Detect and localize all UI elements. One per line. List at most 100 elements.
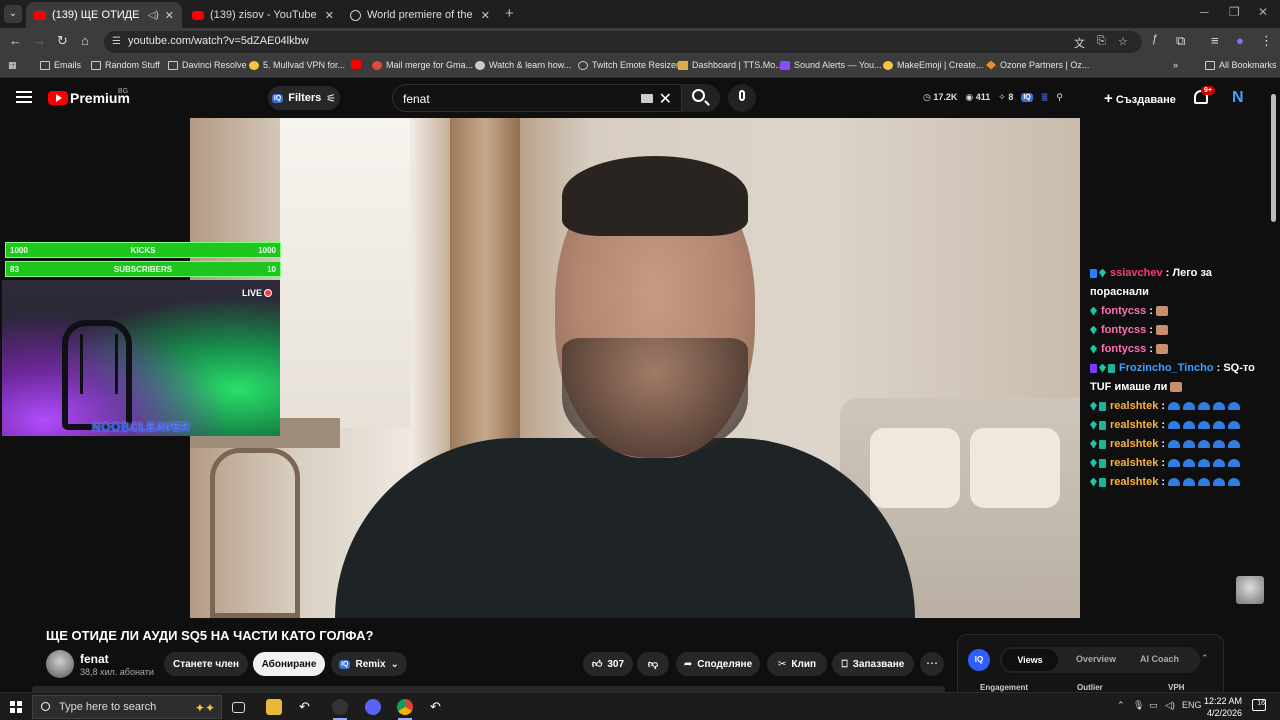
tab-zisov[interactable]: (139) zisov - YouTube ✕ xyxy=(184,2,342,28)
close-window-icon[interactable]: ✕ xyxy=(1258,5,1268,19)
extension-fx-icon[interactable]: ƒ xyxy=(1152,33,1158,45)
like-button[interactable]: 👍︎ 307 xyxy=(583,652,633,676)
tab-active-video[interactable]: (139) ЩЕ ОТИДЕ ЛИ АУДИ ◁) ✕ xyxy=(26,2,182,28)
cap-emote-icon xyxy=(1228,402,1241,411)
address-bar[interactable]: ☰ youtube.com/watch?v=5dZAE04lkbw 文 ⎘ ☆ xyxy=(104,31,1142,53)
back-icon[interactable]: ← xyxy=(9,33,22,48)
filters-button[interactable]: IQ Filters ⚟ xyxy=(268,86,340,110)
bookmark-label: Ozone Partners | Oz... xyxy=(1000,60,1090,70)
bookmark-sound-alerts[interactable]: Sound Alerts — You... xyxy=(780,60,882,70)
youtube-logo-icon[interactable] xyxy=(48,91,68,105)
bookmark-davinci[interactable]: Davinci Resolve xyxy=(168,60,247,70)
file-explorer-icon[interactable] xyxy=(266,699,282,715)
page-scrollbar[interactable] xyxy=(1271,94,1276,222)
tab-views[interactable]: Views xyxy=(1002,649,1058,671)
save-button[interactable]: ⎕ Запазване xyxy=(832,652,914,676)
chat-message: Frozincho_Tincho : SQ-то TUF имаше ли xyxy=(1090,362,1255,393)
search-input[interactable]: fenat ✕ xyxy=(392,84,682,112)
microphone-tray-icon[interactable]: 🎙︎ xyxy=(1133,700,1144,711)
minimize-window-icon[interactable]: ─ xyxy=(1200,5,1209,19)
capcut-icon[interactable]: ↶ xyxy=(430,699,446,715)
more-actions-button[interactable]: ⋯ xyxy=(920,652,944,676)
sliders-icon: ⚟ xyxy=(326,92,337,105)
clear-search-icon[interactable]: ✕ xyxy=(659,89,672,109)
account-avatar[interactable]: N xyxy=(1232,89,1244,107)
network-icon[interactable]: ▭ xyxy=(1149,700,1158,711)
bookmark-watch-learn[interactable]: Watch & learn how... xyxy=(475,60,571,70)
discord-icon[interactable] xyxy=(365,699,381,715)
tab-search-menu-icon[interactable]: ⌄ xyxy=(4,5,22,23)
video-player-area[interactable]: 1000 KICKS 1000 83 SUBSCRIBERS 10 LIVE N… xyxy=(0,118,1280,618)
bookmark-youtube[interactable] xyxy=(351,60,361,69)
task-view-icon[interactable] xyxy=(232,702,245,713)
app-icon[interactable]: ↶ xyxy=(299,699,315,715)
close-tab-icon[interactable]: ✕ xyxy=(165,9,174,22)
remix-button[interactable]: IQ Remix ⌄ xyxy=(331,652,407,676)
tab-gls[interactable]: World premiere of the new GLS ✕ xyxy=(342,2,498,28)
site-info-icon[interactable]: ☰ xyxy=(112,36,121,47)
vidiq-icon[interactable]: IQ xyxy=(1021,93,1033,102)
search-button[interactable] xyxy=(682,84,720,112)
bookmark-twitch-emote[interactable]: Twitch Emote Resizer xyxy=(578,60,679,70)
video-title: ЩЕ ОТИДЕ ЛИ АУДИ SQ5 НА ЧАСТИ КАТО ГОЛФА… xyxy=(46,628,374,643)
all-bookmarks[interactable]: All Bookmarks xyxy=(1205,60,1277,70)
new-tab-button[interactable]: + xyxy=(505,5,514,22)
subscribe-button[interactable]: Абониране xyxy=(253,652,325,676)
close-tab-icon[interactable]: ✕ xyxy=(481,9,490,22)
share-button[interactable]: ➦ Споделяне xyxy=(676,652,760,676)
close-tab-icon[interactable]: ✕ xyxy=(325,9,334,22)
bookmark-emails[interactable]: Emails xyxy=(40,60,81,70)
keyboard-icon[interactable] xyxy=(641,94,653,103)
collapse-icon[interactable]: ⌃ xyxy=(1201,653,1209,664)
language-indicator[interactable]: ENG xyxy=(1182,700,1202,710)
create-button[interactable]: + Създаване xyxy=(1104,90,1176,107)
reload-icon[interactable]: ↻ xyxy=(57,33,68,49)
tab-overview[interactable]: Overview xyxy=(1076,654,1116,664)
bookmark-mail-merge[interactable]: Mail merge for Gma... xyxy=(372,60,473,70)
voice-search-button[interactable] xyxy=(728,84,756,112)
menu-icon[interactable] xyxy=(16,91,32,103)
bookmark-ozone[interactable]: Ozone Partners | Oz... xyxy=(986,60,1089,70)
mini-player-avatar[interactable] xyxy=(1236,576,1264,604)
translate-icon[interactable]: 文 xyxy=(1074,35,1085,51)
install-app-icon[interactable]: ⎘ xyxy=(1097,35,1106,48)
browser-menu-icon[interactable]: ⋮ xyxy=(1260,33,1273,49)
bookmark-tts-dashboard[interactable]: Dashboard | TTS.Mo... xyxy=(678,60,783,70)
home-icon[interactable]: ⌂ xyxy=(81,33,89,48)
chat-nick: realshtek xyxy=(1110,438,1159,450)
extensions-puzzle-icon[interactable]: ⧉ xyxy=(1176,33,1185,49)
emote-icon xyxy=(1170,382,1183,393)
reading-list-icon[interactable]: ≡ xyxy=(1211,33,1219,48)
bookmark-makeemoji[interactable]: MakeEmoji | Create... xyxy=(883,60,983,70)
obs-icon[interactable] xyxy=(332,699,348,715)
maximize-window-icon[interactable]: ❐ xyxy=(1229,5,1240,19)
apps-grid-icon[interactable]: ▦ xyxy=(8,60,17,71)
taskbar-search-input[interactable]: Type here to search ✦✦ xyxy=(32,695,222,719)
tab-ai-coach[interactable]: AI Coach xyxy=(1140,654,1179,664)
vidiq-logo-icon[interactable]: IQ xyxy=(968,649,990,671)
clock[interactable]: 12:22 AM 4/2/2026 xyxy=(1204,695,1242,719)
forward-icon[interactable]: → xyxy=(33,33,46,48)
bookmark-random-stuff[interactable]: Random Stuff xyxy=(91,60,160,70)
chat-overlay: ssiavchev : Лего за пораснали fontycss :… xyxy=(1090,264,1270,492)
cap-emote-icon xyxy=(1198,402,1211,411)
bookmark-star-icon[interactable]: ☆ xyxy=(1118,35,1128,48)
volume-icon[interactable]: ◁) xyxy=(1165,700,1175,711)
trophy-icon[interactable]: ⚲ xyxy=(1056,92,1063,103)
dislike-button[interactable]: 👎︎ xyxy=(637,652,669,676)
clip-button[interactable]: ✂ Клип xyxy=(767,652,827,676)
views-value: 17.2K xyxy=(933,92,958,102)
bookmarks-overflow-icon[interactable]: » xyxy=(1173,60,1178,70)
profile-avatar-icon[interactable]: ● xyxy=(1236,33,1244,48)
list-icon[interactable]: ≣ xyxy=(1041,92,1049,103)
bookmark-mullvad[interactable]: 5. Mullvad VPN for... xyxy=(249,60,345,70)
start-button-icon[interactable] xyxy=(10,701,22,713)
join-button[interactable]: Станете член xyxy=(164,652,248,676)
channel-name[interactable]: fenat xyxy=(80,652,109,666)
channel-avatar[interactable] xyxy=(46,650,74,678)
notification-center-icon[interactable]: 16 xyxy=(1252,699,1266,711)
tray-overflow-icon[interactable]: ⌃ xyxy=(1117,700,1125,711)
speaker-icon[interactable]: ◁) xyxy=(148,10,159,21)
video-frame[interactable] xyxy=(190,118,1080,618)
chrome-icon[interactable] xyxy=(397,699,413,715)
